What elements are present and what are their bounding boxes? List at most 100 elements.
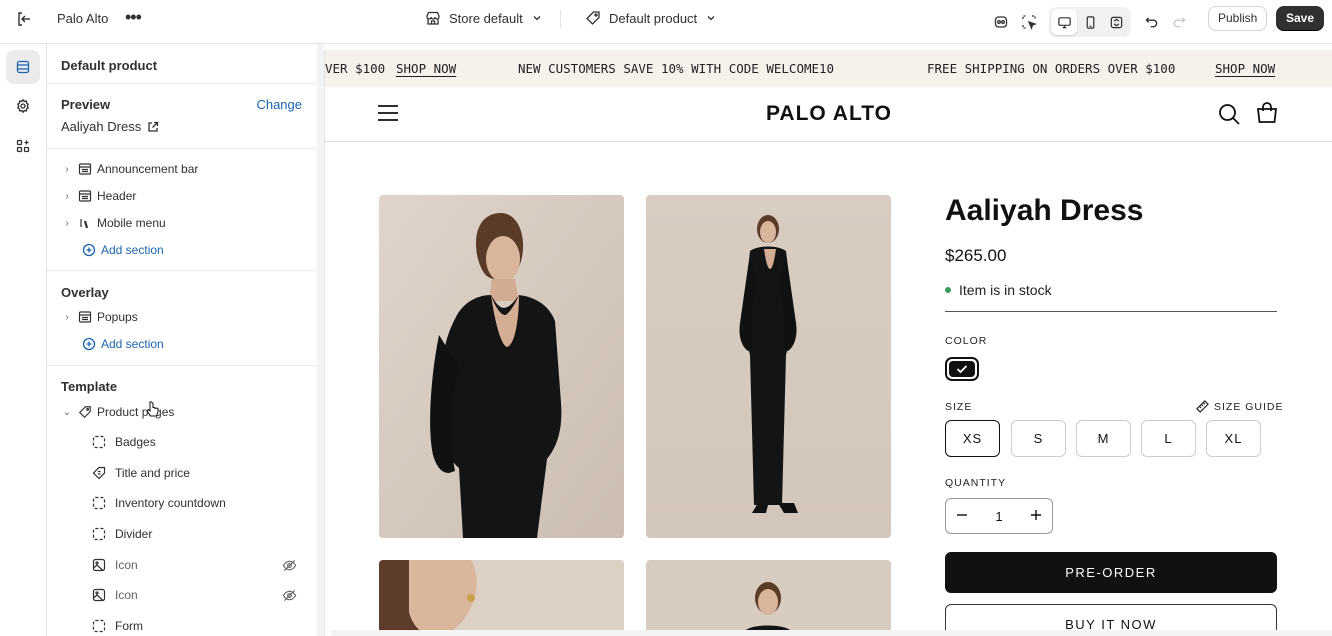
sidebar-item-label: Header — [97, 189, 137, 203]
store-name[interactable]: Palo Alto — [57, 11, 108, 26]
top-bar: Palo Alto ••• Store default Default prod… — [0, 0, 1332, 44]
sidebar-item-popups[interactable]: › Popups — [61, 306, 138, 328]
block-title-and-price[interactable]: Title and price — [91, 462, 190, 484]
announcement-link[interactable]: SHOP NOW — [396, 61, 456, 76]
redo-icon[interactable] — [1165, 8, 1193, 36]
announcement-text: FREE SHIPPING ON ORDERS OVER $100 — [927, 61, 1176, 76]
size-guide-label: SIZE GUIDE — [1214, 400, 1284, 413]
template-selector[interactable]: Default product — [585, 10, 717, 26]
add-section-button[interactable]: Add section — [77, 333, 164, 355]
block-form[interactable]: Form — [91, 615, 143, 636]
add-section-label: Add section — [101, 243, 164, 257]
image-icon — [91, 587, 107, 603]
quantity-value[interactable]: 1 — [995, 509, 1002, 524]
store-logo[interactable]: PALO ALTO — [325, 102, 1332, 126]
divider — [47, 148, 317, 149]
sidebar-item-announcement-bar[interactable]: › Announcement bar — [61, 158, 198, 180]
theme-selector[interactable]: Store default — [425, 10, 543, 26]
size-option-m[interactable]: M — [1076, 420, 1131, 457]
product-price: $265.00 — [945, 246, 1007, 265]
select-element-icon[interactable] — [1015, 8, 1043, 36]
site-header: PALO ALTO — [325, 87, 1332, 142]
sidebar-item-label: Popups — [97, 310, 138, 324]
plus-circle-icon — [81, 242, 97, 258]
settings-icon[interactable] — [6, 89, 40, 123]
pre-order-button[interactable]: PRE-ORDER — [945, 552, 1277, 593]
price-tag-icon — [91, 465, 107, 481]
inspector-icon[interactable] — [987, 8, 1015, 36]
size-option-l[interactable]: L — [1141, 420, 1196, 457]
product-image-2[interactable] — [646, 195, 891, 538]
eye-off-icon[interactable] — [282, 558, 297, 576]
product-image-4[interactable] — [646, 560, 891, 636]
color-label: COLOR — [945, 335, 988, 347]
preview-product-link[interactable]: Aaliyah Dress — [61, 119, 159, 134]
template-selector-label: Default product — [609, 10, 698, 26]
product-image-3[interactable] — [379, 560, 624, 636]
external-link-icon — [148, 121, 159, 132]
minus-icon[interactable] — [956, 509, 968, 524]
overlay-label: Overlay — [61, 285, 109, 300]
color-swatch-black[interactable] — [945, 357, 979, 381]
sections-icon[interactable] — [6, 50, 40, 84]
block-divider[interactable]: Divider — [91, 523, 152, 545]
stock-text: Item is in stock — [959, 282, 1052, 298]
plus-circle-icon — [81, 336, 97, 352]
product-image-1[interactable] — [379, 195, 624, 538]
divider — [560, 10, 561, 28]
announcement-bar: VER $100 SHOP NOW NEW CUSTOMERS SAVE 10%… — [325, 50, 1332, 87]
tag-icon — [77, 404, 93, 420]
block-label: Divider — [115, 527, 153, 541]
exit-icon[interactable] — [14, 9, 34, 29]
size-option-s[interactable]: S — [1011, 420, 1066, 457]
section-icon — [77, 188, 93, 204]
size-option-xs[interactable]: XS — [945, 420, 1000, 457]
block-label: Title and price — [115, 466, 190, 480]
block-label: Form — [115, 619, 143, 633]
undo-icon[interactable] — [1137, 8, 1165, 36]
mobile-icon[interactable] — [1077, 9, 1103, 35]
chevron-right-icon: › — [65, 163, 69, 175]
sidebar-item-mobile-menu[interactable]: › Mobile menu — [61, 212, 166, 234]
announcement-link[interactable]: SHOP NOW — [1215, 61, 1275, 76]
sidebar-scrollbar[interactable] — [317, 44, 324, 636]
search-icon[interactable] — [1218, 103, 1240, 128]
mobile-menu-icon — [77, 215, 93, 231]
block-icon-1[interactable]: Icon — [91, 554, 138, 576]
block-icon — [91, 618, 107, 634]
sidebar-item-label: Mobile menu — [97, 216, 166, 230]
more-icon[interactable]: ••• — [125, 7, 142, 28]
block-label: Badges — [115, 435, 156, 449]
block-inventory-countdown[interactable]: Inventory countdown — [91, 492, 226, 514]
quantity-stepper: 1 — [945, 498, 1053, 534]
announcement-text: VER $100 — [325, 61, 386, 76]
add-section-button[interactable]: Add section — [77, 239, 164, 261]
divider — [945, 311, 1277, 312]
fullscreen-icon[interactable] — [1103, 9, 1129, 35]
sidebar-item-header[interactable]: › Header — [61, 185, 136, 207]
block-icon — [91, 495, 107, 511]
section-icon — [77, 161, 93, 177]
theme-selector-label: Store default — [449, 10, 523, 26]
eye-off-icon[interactable] — [282, 588, 297, 606]
save-button[interactable]: Save — [1276, 6, 1325, 31]
storefront-preview: VER $100 SHOP NOW NEW CUSTOMERS SAVE 10%… — [324, 50, 1332, 636]
size-guide-link[interactable]: SIZE GUIDE — [1196, 400, 1284, 413]
block-badges[interactable]: Badges — [91, 431, 156, 453]
apps-icon[interactable] — [6, 129, 40, 163]
chevron-right-icon: › — [65, 311, 69, 323]
block-icon-2[interactable]: Icon — [91, 584, 138, 606]
change-preview-link[interactable]: Change — [256, 97, 302, 112]
plus-icon[interactable] — [1030, 509, 1042, 524]
publish-button[interactable]: Publish — [1208, 6, 1268, 31]
check-icon — [956, 365, 968, 374]
sidebar-item-label: Product pages — [97, 405, 175, 419]
preview-scrollbar[interactable] — [331, 630, 1332, 636]
preview-product-name: Aaliyah Dress — [61, 119, 142, 134]
tag-icon — [586, 11, 600, 25]
desktop-icon[interactable] — [1051, 9, 1077, 35]
section-icon — [77, 309, 93, 325]
size-option-xl[interactable]: XL — [1206, 420, 1261, 457]
cart-icon[interactable] — [1256, 102, 1278, 127]
left-rail — [0, 44, 47, 636]
